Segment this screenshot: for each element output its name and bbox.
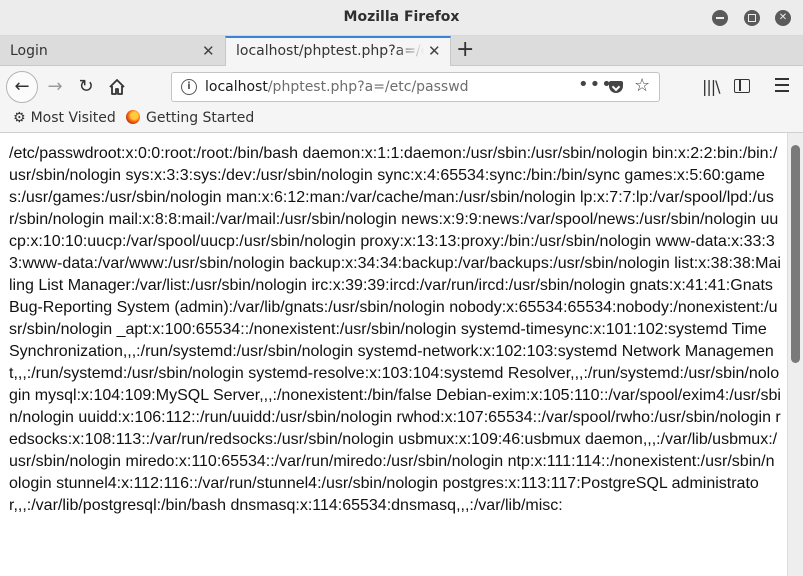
page-actions-icon[interactable]: ••• xyxy=(578,74,613,95)
firefox-icon xyxy=(126,110,140,124)
navigation-bar: ← → ↻ i localhost/phptest.php?a=/etc/pas… xyxy=(0,66,803,108)
library-icon[interactable]: |||\ xyxy=(702,77,721,96)
close-window-button[interactable]: ✕ xyxy=(775,10,791,26)
tab-phptest[interactable]: localhost/phptest.php?a=/etc/passwd ✕ xyxy=(225,36,451,67)
bookmarks-toolbar: ⚙ Most Visited Getting Started xyxy=(0,108,803,133)
window-title: Mozilla Firefox xyxy=(343,9,460,25)
url-host: localhost xyxy=(205,79,268,95)
title-bar: Mozilla Firefox ✕ xyxy=(0,0,803,36)
page-content: /etc/passwdroot:x:0:0:root:/root:/bin/ba… xyxy=(0,133,787,576)
passwd-output: /etc/passwdroot:x:0:0:root:/root:/bin/ba… xyxy=(9,145,781,514)
vertical-scrollbar[interactable] xyxy=(787,133,803,576)
site-info-icon[interactable]: i xyxy=(181,79,197,95)
tab-login[interactable]: Login ✕ xyxy=(0,36,224,66)
tab-label: Login xyxy=(10,43,48,59)
forward-button[interactable]: → xyxy=(42,74,68,100)
maximize-button[interactable] xyxy=(744,10,760,26)
minimize-button[interactable] xyxy=(712,10,728,26)
home-button[interactable] xyxy=(104,74,130,100)
url-bar[interactable]: i localhost/phptest.php?a=/etc/passwd ••… xyxy=(171,72,660,102)
bookmark-label: Most Visited xyxy=(30,110,116,126)
home-icon xyxy=(109,79,125,95)
bookmark-most-visited[interactable]: ⚙ Most Visited xyxy=(13,110,116,126)
scrollbar-thumb[interactable] xyxy=(791,145,800,363)
url-text[interactable]: localhost/phptest.php?a=/etc/passwd xyxy=(205,79,469,95)
reload-button[interactable]: ↻ xyxy=(73,74,99,100)
pocket-icon[interactable] xyxy=(609,81,623,93)
tab-close-icon[interactable]: ✕ xyxy=(428,42,441,60)
hamburger-menu-icon[interactable] xyxy=(775,78,789,92)
gear-icon: ⚙ xyxy=(13,110,26,126)
new-tab-button[interactable]: + xyxy=(456,37,474,62)
reload-icon: ↻ xyxy=(78,76,94,97)
bookmark-star-icon[interactable]: ☆ xyxy=(634,75,650,96)
browser-window: Mozilla Firefox ✕ Login ✕ localhost/phpt… xyxy=(0,0,803,576)
arrow-right-icon: → xyxy=(47,76,63,97)
tab-label: localhost/phptest.php?a=/etc/passwd xyxy=(236,43,424,59)
back-button[interactable]: ← xyxy=(6,71,38,103)
sidebar-icon[interactable] xyxy=(734,79,750,93)
tab-close-icon[interactable]: ✕ xyxy=(202,42,215,60)
arrow-left-icon: ← xyxy=(14,76,30,97)
bookmark-getting-started[interactable]: Getting Started xyxy=(126,110,254,126)
tab-bar: Login ✕ localhost/phptest.php?a=/etc/pas… xyxy=(0,36,803,67)
url-path: /phptest.php?a=/etc/passwd xyxy=(267,79,469,95)
bookmark-label: Getting Started xyxy=(146,110,255,126)
